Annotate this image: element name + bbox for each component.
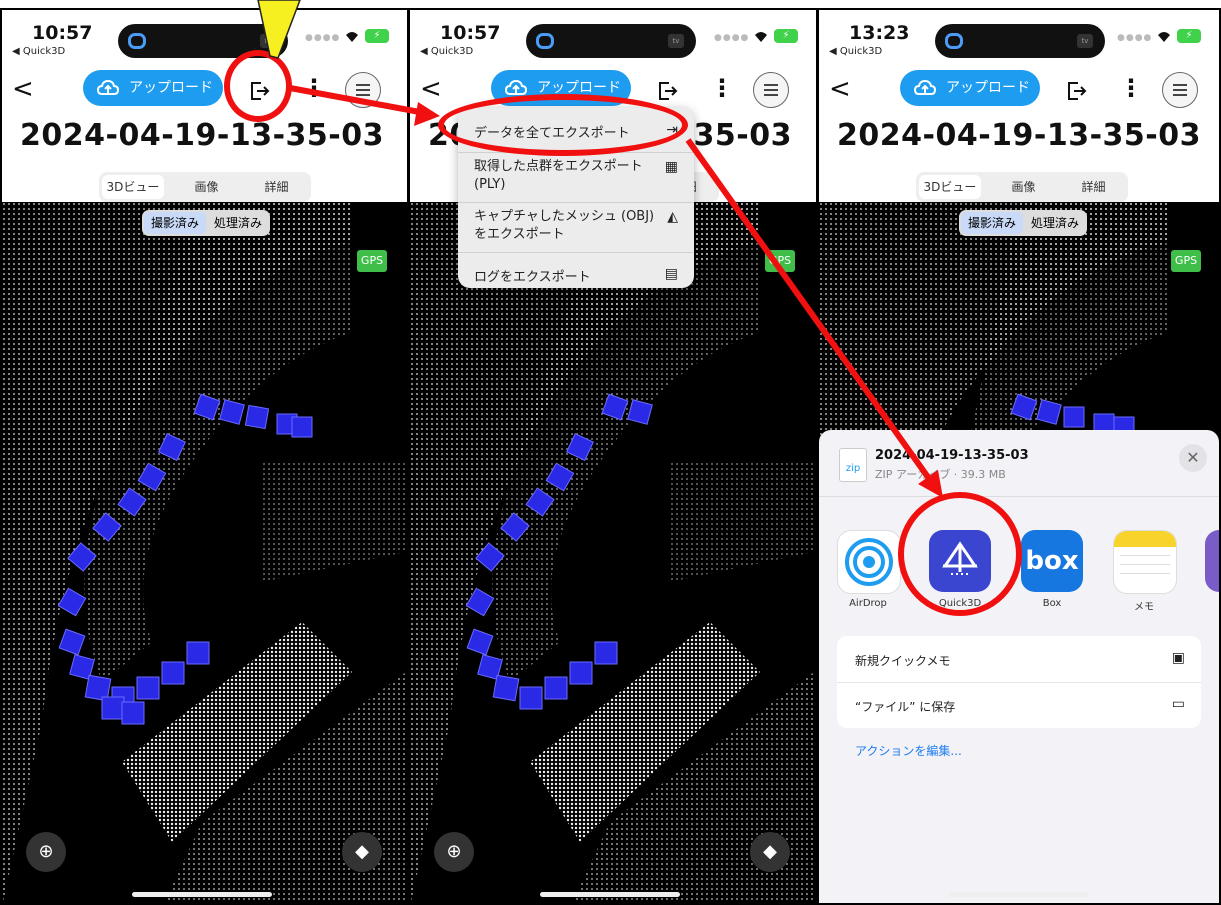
arrow-to-share	[685, 138, 933, 482]
arrow-to-menu	[289, 85, 426, 116]
annotation-arrows	[257, 0, 943, 498]
callout-pointer	[257, 0, 301, 59]
arrow-head	[918, 470, 943, 498]
arrow-head	[414, 102, 440, 126]
